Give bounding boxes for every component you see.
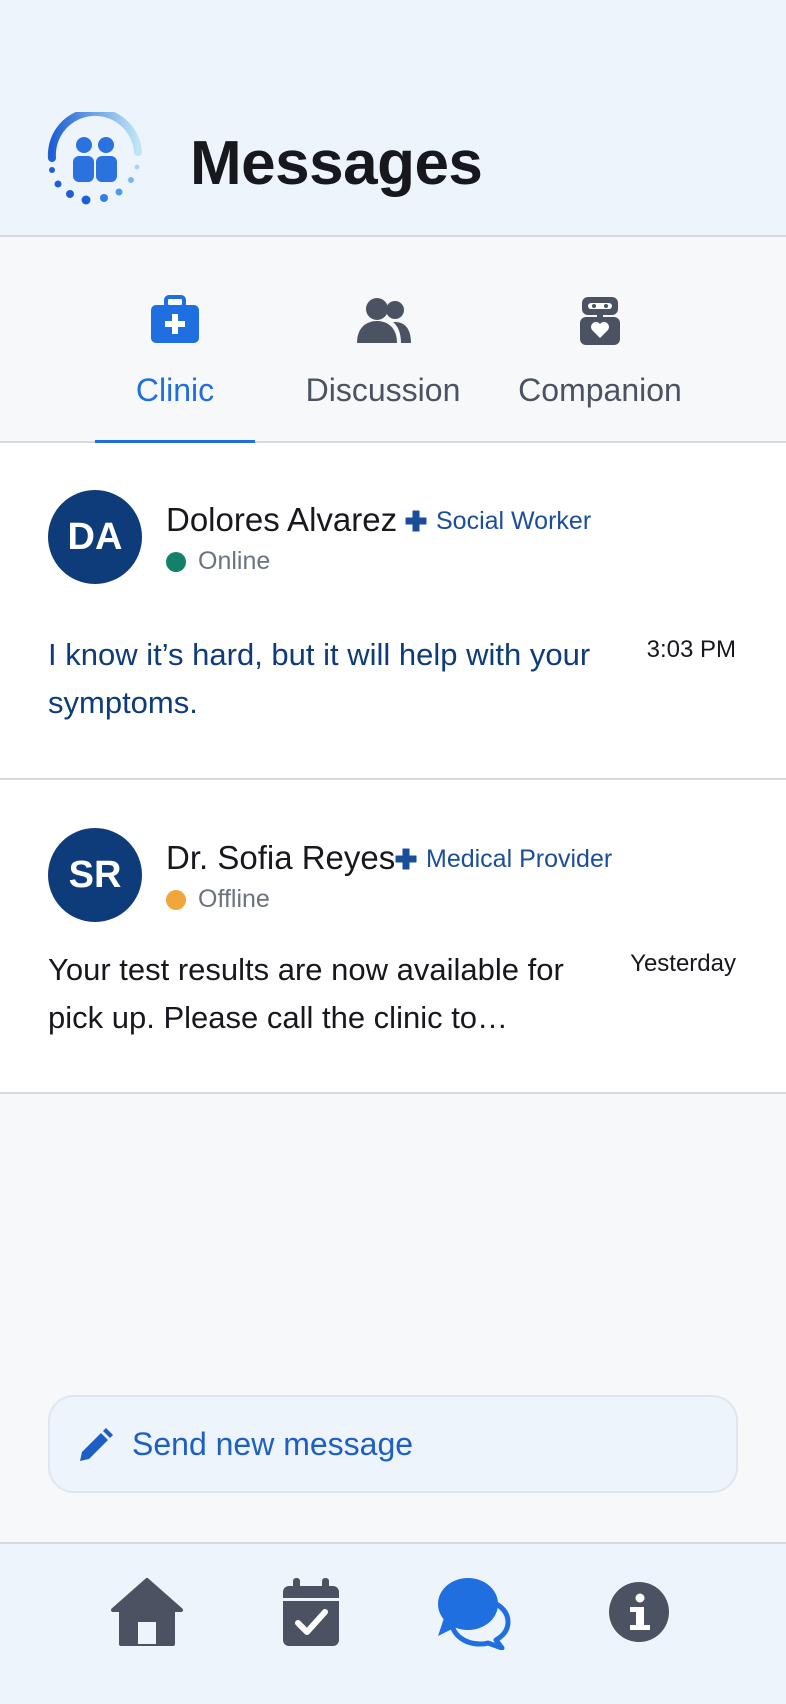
pencil-icon [80,1428,113,1461]
app-header: Messages [0,0,786,237]
page-title: Messages [190,129,483,198]
sender-name: Dolores Alvarez [166,501,398,538]
status-text: Offline [198,885,270,913]
avatar: DA [48,490,142,584]
offline-status-icon [166,890,186,910]
message-item[interactable]: DA Dolores Alvarez Social Worker Online … [0,443,786,780]
tab-label: Discussion [305,372,461,408]
avatar: SR [48,828,142,922]
tab-discussion[interactable]: Discussion [292,237,474,441]
tab-label: Clinic [135,372,215,408]
tab-companion[interactable]: Companion [512,237,688,441]
robot-heart-icon [580,297,620,345]
status-text: Online [198,547,271,575]
role-badge: Social Worker [436,507,592,535]
send-new-message-button[interactable]: Send new message [48,1395,738,1493]
message-preview: Your test results are now available for … [48,952,564,1035]
tab-clinic[interactable]: Clinic [95,237,255,443]
nav-messages-button[interactable] [436,1574,512,1651]
medical-kit-icon [151,295,199,343]
medical-cross-icon [405,510,427,532]
messages-screen: Messages Clinic Discussion Companion DA … [0,0,786,1704]
sender-name: Dr. Sofia Reyes [166,839,396,876]
role-badge: Medical Provider [426,845,613,873]
message-time: 3:03 PM [646,636,736,663]
nav-info-button[interactable] [601,1574,677,1650]
home-icon [111,1578,183,1646]
message-item[interactable]: SR Dr. Sofia Reyes Medical Provider Offl… [0,780,786,1094]
compose-label: Send new message [132,1426,414,1462]
message-preview: I know it’s hard, but it will help with … [48,637,591,720]
bottom-navigation [0,1542,786,1704]
message-time: Yesterday [630,950,736,977]
users-icon [357,298,411,343]
calendar-check-icon [283,1578,339,1646]
nav-home-button[interactable] [109,1574,185,1650]
app-logo-icon [47,112,142,205]
info-icon [609,1582,669,1642]
nav-calendar-button[interactable] [273,1574,349,1650]
message-tabs: Clinic Discussion Companion [0,237,786,443]
online-status-icon [166,552,186,572]
tab-label: Companion [518,372,682,408]
chat-bubbles-icon [438,1578,511,1651]
medical-cross-icon [395,848,417,870]
